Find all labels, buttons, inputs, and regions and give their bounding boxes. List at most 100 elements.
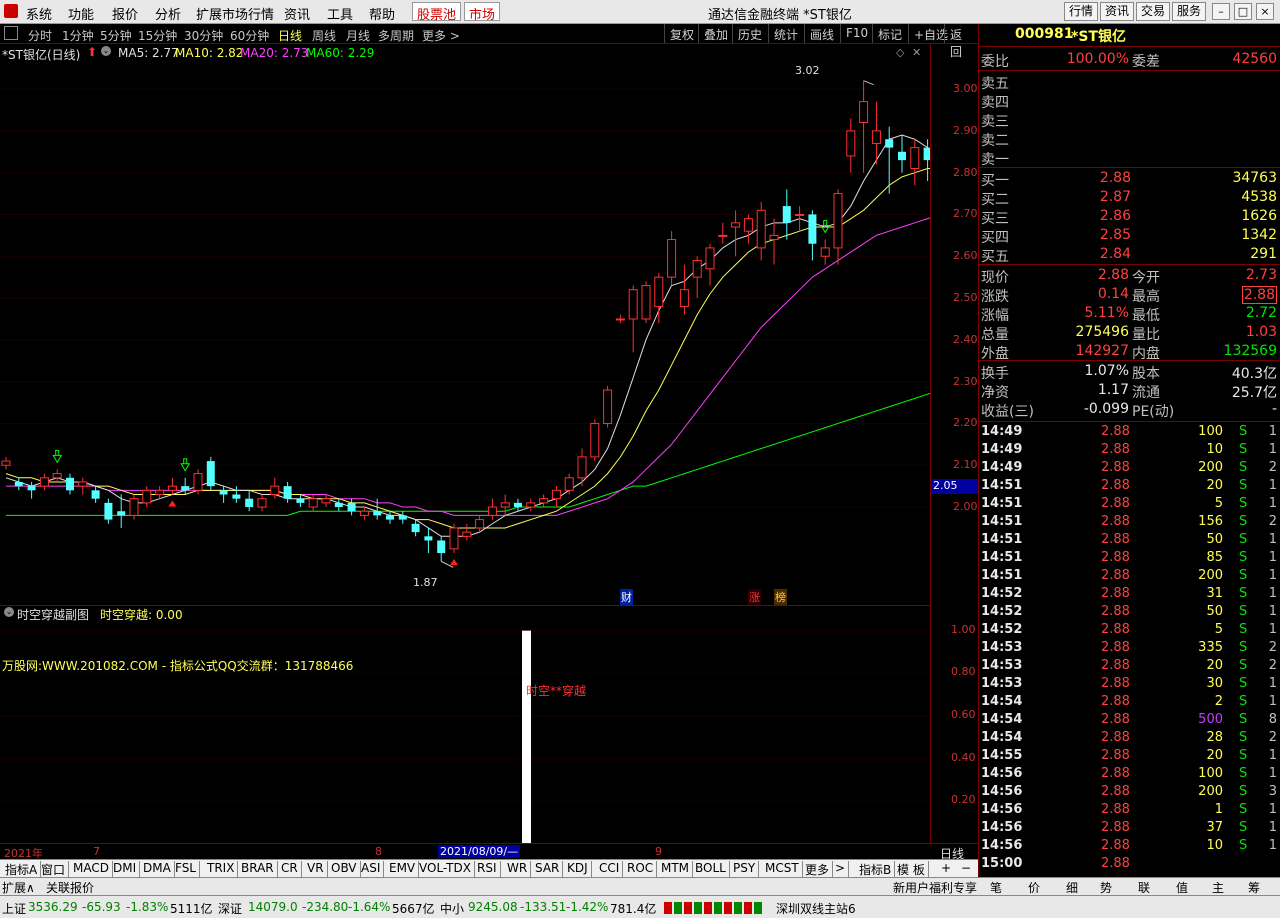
tick-row[interactable]: 14:51 2.88 156 S 2 [981,514,1279,532]
zoom-in-button[interactable]: + [938,861,954,877]
back-button[interactable]: 返回 [944,24,978,59]
period-monthly[interactable]: 月线 [346,27,370,44]
tick-row[interactable]: 14:53 2.88 30 S 1 [981,676,1279,694]
news-tab-button[interactable]: 资讯 [1100,2,1134,21]
trade-tab-button[interactable]: 交易 [1136,2,1170,21]
tab-detail[interactable]: 细 [1066,879,1078,896]
indicator-tab[interactable]: VOL-TDX [416,861,475,877]
limit-up-marker[interactable]: 涨 [748,589,761,605]
indicator-tab[interactable]: BRAR [238,861,278,877]
diamond-icon[interactable]: ◇ [896,46,904,59]
period-daily[interactable]: 日线 [278,27,302,44]
indicator-tab[interactable]: TRIX [204,861,239,877]
tick-row[interactable]: 14:51 2.88 85 S 1 [981,550,1279,568]
indicator-tab[interactable]: CCI [596,861,624,877]
tick-row[interactable]: 14:49 2.88 100 S 1 [981,424,1279,442]
period-multi[interactable]: 多周期 [378,27,414,44]
tick-row[interactable]: 14:52 2.88 5 S 1 [981,622,1279,640]
tick-row[interactable]: 14:56 2.88 10 S 1 [981,838,1279,856]
tick-row[interactable]: 14:56 2.88 37 S 1 [981,820,1279,838]
menu-item-tools[interactable]: 工具 [327,4,353,23]
indicator-tab[interactable]: 指标A [2,861,42,877]
close-icon[interactable]: × [1256,3,1274,20]
expand-button[interactable]: 扩展∧ [2,879,35,896]
tick-row[interactable]: 14:56 2.88 200 S 3 [981,784,1279,802]
tick-row[interactable]: 14:52 2.88 50 S 1 [981,604,1279,622]
tick-row[interactable]: 14:53 2.88 335 S 2 [981,640,1279,658]
indicator-tab[interactable]: PSY [730,861,760,877]
tick-row[interactable]: 14:52 2.88 31 S 1 [981,586,1279,604]
tick-row[interactable]: 14:54 2.88 2 S 1 [981,694,1279,712]
indicator-tab[interactable]: 模 板 [894,861,929,877]
tick-row[interactable]: 14:55 2.88 20 S 1 [981,748,1279,766]
menu-item-quote[interactable]: 报价 [112,4,138,23]
sub-indicator-chart[interactable]: ⌄ 时空穿越副图 时空穿越: 0.00 万股网:WWW.201082.COM -… [0,605,930,844]
indicator-tab[interactable]: > [832,861,850,877]
indicator-tab[interactable]: MCST [762,861,803,877]
settings-icon[interactable]: ⌄ [101,46,111,56]
tick-row[interactable]: 14:49 2.88 10 S 1 [981,442,1279,460]
indicator-tab[interactable]: SAR [532,861,564,877]
history-button[interactable]: 历史 [732,24,767,43]
period-5min[interactable]: 5分钟 [100,27,132,44]
tab-main[interactable]: 主 [1212,879,1224,896]
period-60min[interactable]: 60分钟 [230,27,269,44]
ranking-marker[interactable]: 榜 [774,589,787,605]
indicator-tab[interactable]: MACD [70,861,113,877]
f10-button[interactable]: F10 [840,24,873,43]
tab-chips[interactable]: 筹 [1248,879,1260,896]
indicator-tab[interactable]: OBV [328,861,361,877]
menu-item-analysis[interactable]: 分析 [155,4,181,23]
indicator-tab[interactable]: KDJ [564,861,592,877]
menu-item-news[interactable]: 资讯 [284,4,310,23]
tab-price[interactable]: 价 [1028,879,1040,896]
indicator-tab[interactable]: MTM [658,861,694,877]
indicator-tab[interactable]: BOLL [692,861,730,877]
tick-row[interactable]: 14:56 2.88 100 S 1 [981,766,1279,784]
indicator-tab[interactable]: FSL [172,861,200,877]
mark-button[interactable]: 标记 [872,24,907,43]
tab-tick[interactable]: 笔 [990,879,1002,896]
menu-item-help[interactable]: 帮助 [369,4,395,23]
stock-pool-button[interactable]: 股票池 [412,2,462,23]
tick-row[interactable]: 14:51 2.88 200 S 1 [981,568,1279,586]
panel-toggle-icon[interactable] [4,26,18,40]
minimize-icon[interactable]: – [1212,3,1230,20]
tick-row[interactable]: 14:56 2.88 1 S 1 [981,802,1279,820]
tick-row[interactable]: 14:54 2.88 500 S 8 [981,712,1279,730]
indicator-tab[interactable]: 指标B [856,861,896,877]
indicator-tab[interactable]: WR [504,861,532,877]
menu-item-system[interactable]: 系统 [26,4,52,23]
tick-row[interactable]: 14:49 2.88 200 S 2 [981,460,1279,478]
indicator-tab[interactable]: CR [278,861,302,877]
indicator-tab[interactable]: EMV [386,861,420,877]
period-more[interactable]: 更多 > [422,27,460,44]
period-30min[interactable]: 30分钟 [184,27,223,44]
tick-row[interactable]: 14:53 2.88 20 S 2 [981,658,1279,676]
period-15min[interactable]: 15分钟 [138,27,177,44]
tab-link[interactable]: 联 [1138,879,1150,896]
menu-item-function[interactable]: 功能 [68,4,94,23]
indicator-tab[interactable]: ROC [624,861,658,877]
kline-chart[interactable]: *ST银亿(日线) ⬆ ⌄ MA5: 2.77 MA10: 2.82 MA20:… [0,44,984,605]
tick-row[interactable]: 14:51 2.88 50 S 1 [981,532,1279,550]
quote-tab-button[interactable]: 行情 [1064,2,1098,21]
tick-row[interactable]: 14:54 2.88 28 S 2 [981,730,1279,748]
tab-value[interactable]: 值 [1176,879,1188,896]
indicator-tab[interactable]: DMI [110,861,141,877]
period-1min[interactable]: 1分钟 [62,27,94,44]
indicator-tab[interactable]: ASI [358,861,385,877]
draw-line-button[interactable]: 画线 [804,24,839,43]
period-weekly[interactable]: 周线 [312,27,336,44]
market-button[interactable]: 市场 [464,2,501,23]
maximize-icon[interactable]: □ [1234,3,1252,20]
tick-row[interactable]: 14:51 2.88 5 S 1 [981,496,1279,514]
indicator-tab[interactable]: 窗口 [38,861,70,877]
sub-settings-icon[interactable]: ⌄ [4,607,14,617]
statistics-button[interactable]: 统计 [768,24,803,43]
period-intraday[interactable]: 分时 [28,27,52,44]
service-tab-button[interactable]: 服务 [1172,2,1206,21]
related-quote-button[interactable]: 关联报价 [46,879,94,896]
adjust-button[interactable]: 复权 [664,24,699,43]
indicator-tab[interactable]: DMA [140,861,175,877]
